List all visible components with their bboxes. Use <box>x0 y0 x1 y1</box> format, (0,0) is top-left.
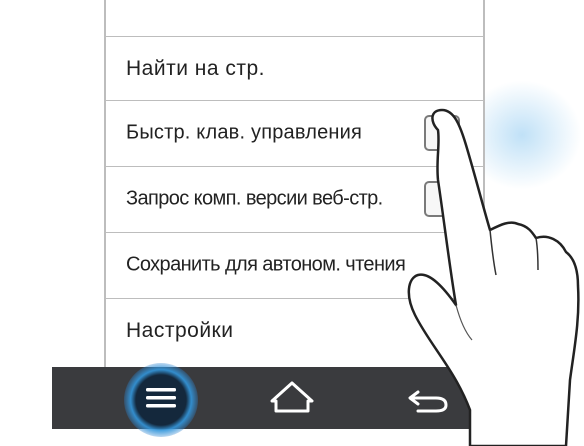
menu-item-hidden-top[interactable] <box>106 0 483 36</box>
menu-item-label: Настройки <box>126 318 234 342</box>
pointing-hand-icon <box>407 108 580 446</box>
menu-item-find-on-page[interactable]: Найти на стр. <box>106 36 483 100</box>
menu-item-label: Запрос комп. версии веб-стр. <box>126 187 383 209</box>
home-button[interactable] <box>252 367 332 429</box>
menu-item-label: Найти на стр. <box>126 56 266 80</box>
menu-item-label: Быстр. клав. управления <box>126 121 363 143</box>
menu-icon <box>146 388 176 408</box>
menu-button[interactable] <box>122 367 202 429</box>
home-icon <box>270 381 314 413</box>
